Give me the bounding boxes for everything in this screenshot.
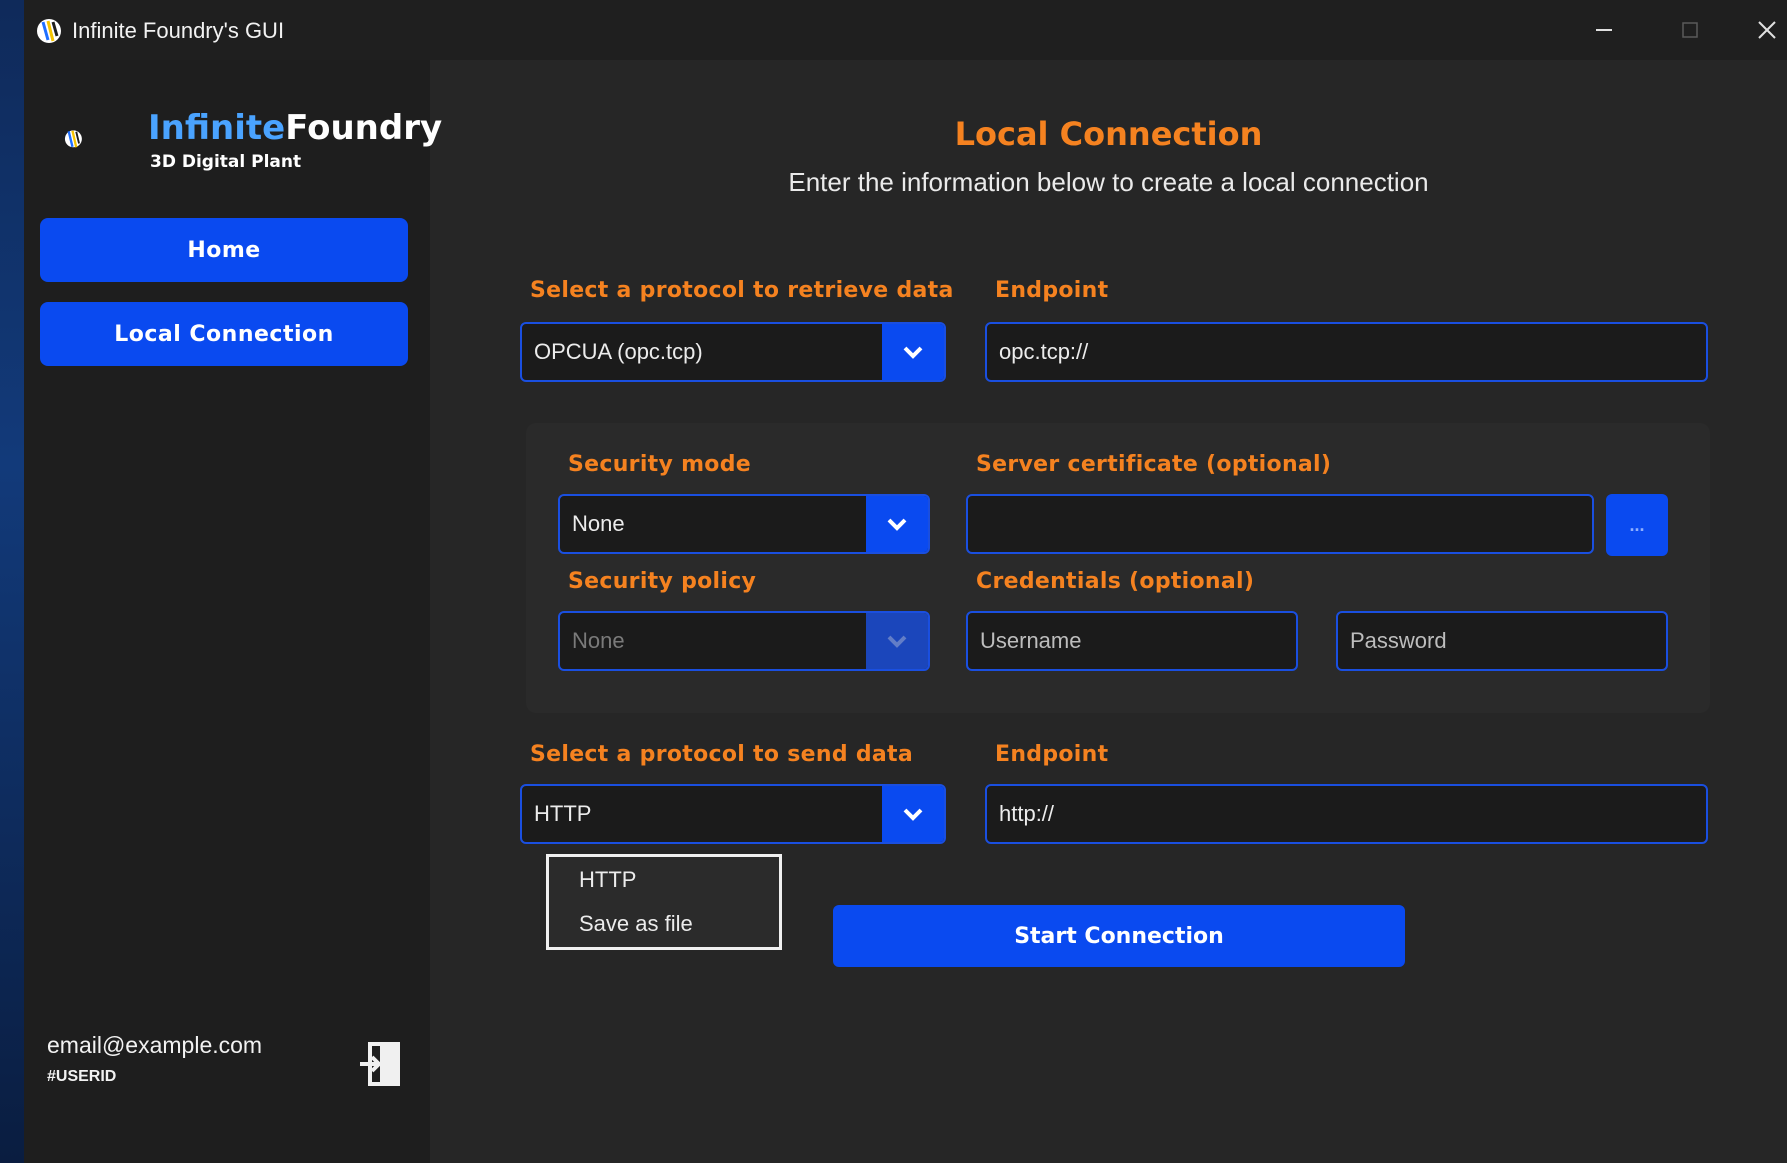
retrieve-protocol-select[interactable]: OPCUA (opc.tcp) bbox=[520, 322, 946, 382]
send-endpoint-input[interactable]: http:// bbox=[985, 784, 1708, 844]
maximize-button[interactable] bbox=[1660, 10, 1720, 50]
chevron-down-icon bbox=[882, 786, 944, 842]
logo-tagline: 3D Digital Plant bbox=[150, 152, 302, 172]
chevron-down-icon bbox=[866, 496, 928, 552]
infinite-foundry-logo-icon bbox=[64, 130, 82, 148]
start-connection-button[interactable]: Start Connection bbox=[833, 905, 1405, 967]
logo-wordmark: InfiniteFoundry bbox=[148, 108, 442, 148]
close-icon bbox=[1757, 21, 1776, 39]
send-protocol-select[interactable]: HTTP bbox=[520, 784, 946, 844]
security-policy-select[interactable]: None bbox=[558, 611, 930, 671]
retrieve-protocol-value: OPCUA (opc.tcp) bbox=[534, 339, 703, 364]
username-placeholder: Username bbox=[980, 628, 1082, 653]
credentials-label: Credentials (optional) bbox=[976, 569, 1255, 594]
security-policy-label: Security policy bbox=[568, 569, 757, 594]
password-placeholder: Password bbox=[1350, 628, 1447, 653]
server-certificate-label: Server certificate (optional) bbox=[976, 452, 1332, 477]
chevron-down-icon bbox=[866, 613, 928, 669]
security-mode-select[interactable]: None bbox=[558, 494, 930, 554]
password-input[interactable]: Password bbox=[1336, 611, 1668, 671]
app-window: Infinite Foundry's GUI InfiniteFoundry 3… bbox=[24, 0, 1787, 1163]
window-title: Infinite Foundry's GUI bbox=[72, 18, 285, 43]
logo-word-foundry: Foundry bbox=[285, 108, 443, 148]
user-email: email@example.com bbox=[47, 1032, 263, 1058]
app-icon bbox=[37, 19, 61, 43]
security-mode-value: None bbox=[572, 511, 625, 536]
send-protocol-label: Select a protocol to send data bbox=[530, 742, 913, 767]
maximize-icon bbox=[1682, 22, 1698, 38]
retrieve-endpoint-label: Endpoint bbox=[995, 278, 1109, 303]
minimize-icon bbox=[1596, 29, 1612, 31]
retrieve-protocol-label: Select a protocol to retrieve data bbox=[530, 278, 954, 303]
dropdown-option-http[interactable]: HTTP bbox=[579, 867, 636, 893]
desktop-background bbox=[0, 0, 24, 1163]
dropdown-option-save-as-file[interactable]: Save as file bbox=[579, 911, 693, 937]
send-protocol-dropdown-menu: HTTP Save as file bbox=[546, 854, 782, 950]
retrieve-endpoint-input[interactable]: opc.tcp:// bbox=[985, 322, 1708, 382]
security-mode-label: Security mode bbox=[568, 452, 751, 477]
close-button[interactable] bbox=[1746, 10, 1787, 50]
title-bar: Infinite Foundry's GUI bbox=[24, 0, 1787, 60]
username-input[interactable]: Username bbox=[966, 611, 1298, 671]
sidebar: InfiniteFoundry 3D Digital Plant Home Lo… bbox=[24, 60, 442, 1163]
logout-icon[interactable] bbox=[356, 1040, 404, 1088]
send-protocol-value: HTTP bbox=[534, 801, 592, 826]
server-certificate-input[interactable] bbox=[966, 494, 1594, 554]
page-subtitle: Enter the information below to create a … bbox=[788, 167, 1429, 197]
user-id: #USERID bbox=[47, 1068, 117, 1085]
logo-word-infinite: Infinite bbox=[148, 108, 286, 148]
send-endpoint-label: Endpoint bbox=[995, 742, 1109, 767]
main-content: Local Connection Enter the information b… bbox=[430, 60, 1787, 1163]
nav-home-button[interactable]: Home bbox=[40, 218, 408, 282]
nav-local-connection-button[interactable]: Local Connection bbox=[40, 302, 408, 366]
security-policy-value: None bbox=[572, 628, 625, 653]
minimize-button[interactable] bbox=[1574, 10, 1634, 50]
browse-certificate-button[interactable]: ... bbox=[1606, 494, 1668, 556]
chevron-down-icon bbox=[882, 324, 944, 380]
page-title: Local Connection bbox=[954, 115, 1263, 153]
